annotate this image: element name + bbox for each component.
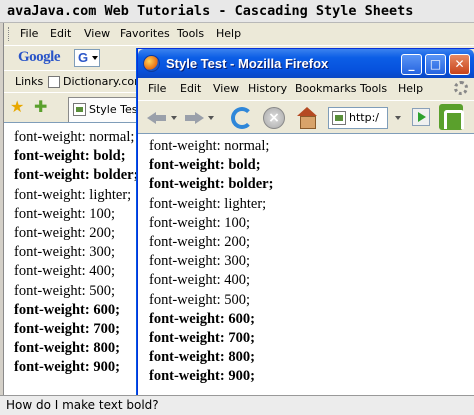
ie-line-200: font-weight: 200; — [14, 224, 116, 241]
ff-menu-tools[interactable]: Tools — [360, 78, 387, 100]
add-favorites-icon[interactable]: ✚ — [34, 99, 47, 115]
ff-line-100: font-weight: 100; — [149, 214, 251, 231]
extension-icon[interactable] — [439, 104, 464, 130]
page-icon — [48, 76, 60, 88]
ff-menu-bookmarks[interactable]: Bookmarks — [295, 78, 356, 100]
ff-navigation-toolbar: × http:/ — [138, 100, 474, 133]
ff-line-normal: font-weight: normal; — [149, 138, 270, 154]
tutorial-caption: How do I make text bold? — [0, 395, 474, 415]
ie-line-bolder: font-weight: bolder; — [14, 167, 139, 184]
ie-menu-favorites[interactable]: Favorites — [120, 23, 170, 45]
favorites-star-icon[interactable]: ★ — [10, 99, 24, 115]
ie-line-lighter: font-weight: lighter; — [14, 186, 132, 203]
ff-menubar: File Edit View History Bookmarks Tools H… — [138, 78, 474, 100]
ie-line-600: font-weight: 600; — [14, 301, 120, 318]
ff-line-900: font-weight: 900; — [149, 368, 255, 385]
url-text: http:/ — [349, 111, 379, 124]
ie-line-300: font-weight: 300; — [14, 244, 116, 261]
ie-line-normal: font-weight: normal; — [14, 129, 135, 145]
ff-line-800: font-weight: 800; — [149, 349, 255, 366]
site-icon — [332, 111, 346, 125]
close-button[interactable]: ✕ — [449, 54, 470, 75]
ff-window-title: Style Test - Mozilla Firefox — [166, 56, 329, 71]
links-dictionary[interactable]: Dictionary.com — [63, 71, 145, 93]
toolbar-grip — [8, 27, 11, 41]
close-icon: ✕ — [454, 57, 465, 71]
ie-menubar: File Edit View Favorites Tools Help — [4, 23, 474, 45]
ie-tab-style-test[interactable]: Style Test — [68, 97, 148, 122]
ie-line-800: font-weight: 800; — [14, 340, 120, 357]
ie-line-100: font-weight: 100; — [14, 205, 116, 222]
google-logo[interactable]: Google — [18, 49, 61, 66]
ie-menu-tools[interactable]: Tools — [177, 23, 204, 45]
ff-menu-edit[interactable]: Edit — [180, 78, 201, 100]
home-icon[interactable] — [296, 107, 318, 129]
ff-menu-history[interactable]: History — [248, 78, 287, 100]
ff-line-500: font-weight: 500; — [149, 291, 251, 308]
ff-menu-view[interactable]: View — [213, 78, 239, 100]
maximize-button[interactable]: □ — [425, 54, 446, 75]
ff-line-bolder: font-weight: bolder; — [149, 176, 274, 193]
ff-line-lighter: font-weight: lighter; — [149, 195, 267, 212]
chevron-down-icon — [92, 56, 98, 60]
throbber-icon — [454, 81, 468, 95]
ie-line-bold: font-weight: bold; — [14, 148, 126, 165]
ff-title-bar[interactable]: Style Test - Mozilla Firefox _ □ ✕ — [138, 49, 474, 78]
forward-history-dropdown-icon[interactable] — [208, 116, 214, 120]
ie-tab-label: Style Test — [89, 103, 142, 116]
forward-icon[interactable] — [183, 107, 205, 129]
google-search-dropdown[interactable]: G — [74, 49, 100, 67]
ie-line-900: font-weight: 900; — [14, 359, 120, 376]
ie-menu-help[interactable]: Help — [216, 23, 241, 45]
ie-menu-view[interactable]: View — [84, 23, 110, 45]
go-icon[interactable] — [412, 108, 430, 126]
ie-line-500: font-weight: 500; — [14, 282, 116, 299]
page-icon — [73, 103, 86, 116]
ie-menu-file[interactable]: File — [20, 23, 38, 45]
ff-line-300: font-weight: 300; — [149, 253, 251, 270]
reload-icon[interactable] — [231, 107, 253, 129]
ff-line-600: font-weight: 600; — [149, 310, 255, 327]
ff-line-400: font-weight: 400; — [149, 272, 251, 289]
ff-line-bold: font-weight: bold; — [149, 157, 261, 174]
ie-menu-edit[interactable]: Edit — [50, 23, 71, 45]
tutorial-title: avaJava.com Web Tutorials - Cascading St… — [0, 0, 474, 23]
ff-line-200: font-weight: 200; — [149, 233, 251, 250]
links-label: Links — [15, 75, 44, 88]
ff-line-700: font-weight: 700; — [149, 329, 255, 346]
ff-page-content: font-weight: normal; font-weight: bold; … — [138, 133, 474, 396]
ff-menu-file[interactable]: File — [148, 78, 166, 100]
ie-line-700: font-weight: 700; — [14, 320, 120, 337]
back-history-dropdown-icon[interactable] — [171, 116, 177, 120]
ie-line-400: font-weight: 400; — [14, 263, 116, 280]
minimize-icon: _ — [408, 57, 415, 71]
back-icon[interactable] — [146, 107, 168, 129]
firefox-window: Style Test - Mozilla Firefox _ □ ✕ File … — [137, 48, 474, 396]
ff-menu-help[interactable]: Help — [398, 78, 423, 100]
minimize-button[interactable]: _ — [401, 54, 422, 75]
url-dropdown-icon[interactable] — [395, 116, 401, 120]
maximize-icon: □ — [429, 57, 442, 71]
stop-icon[interactable]: × — [263, 107, 285, 129]
ie-page-content: font-weight: normal; font-weight: bold; … — [4, 122, 144, 395]
firefox-logo-icon — [143, 55, 160, 72]
url-bar[interactable]: http:/ — [328, 107, 388, 129]
